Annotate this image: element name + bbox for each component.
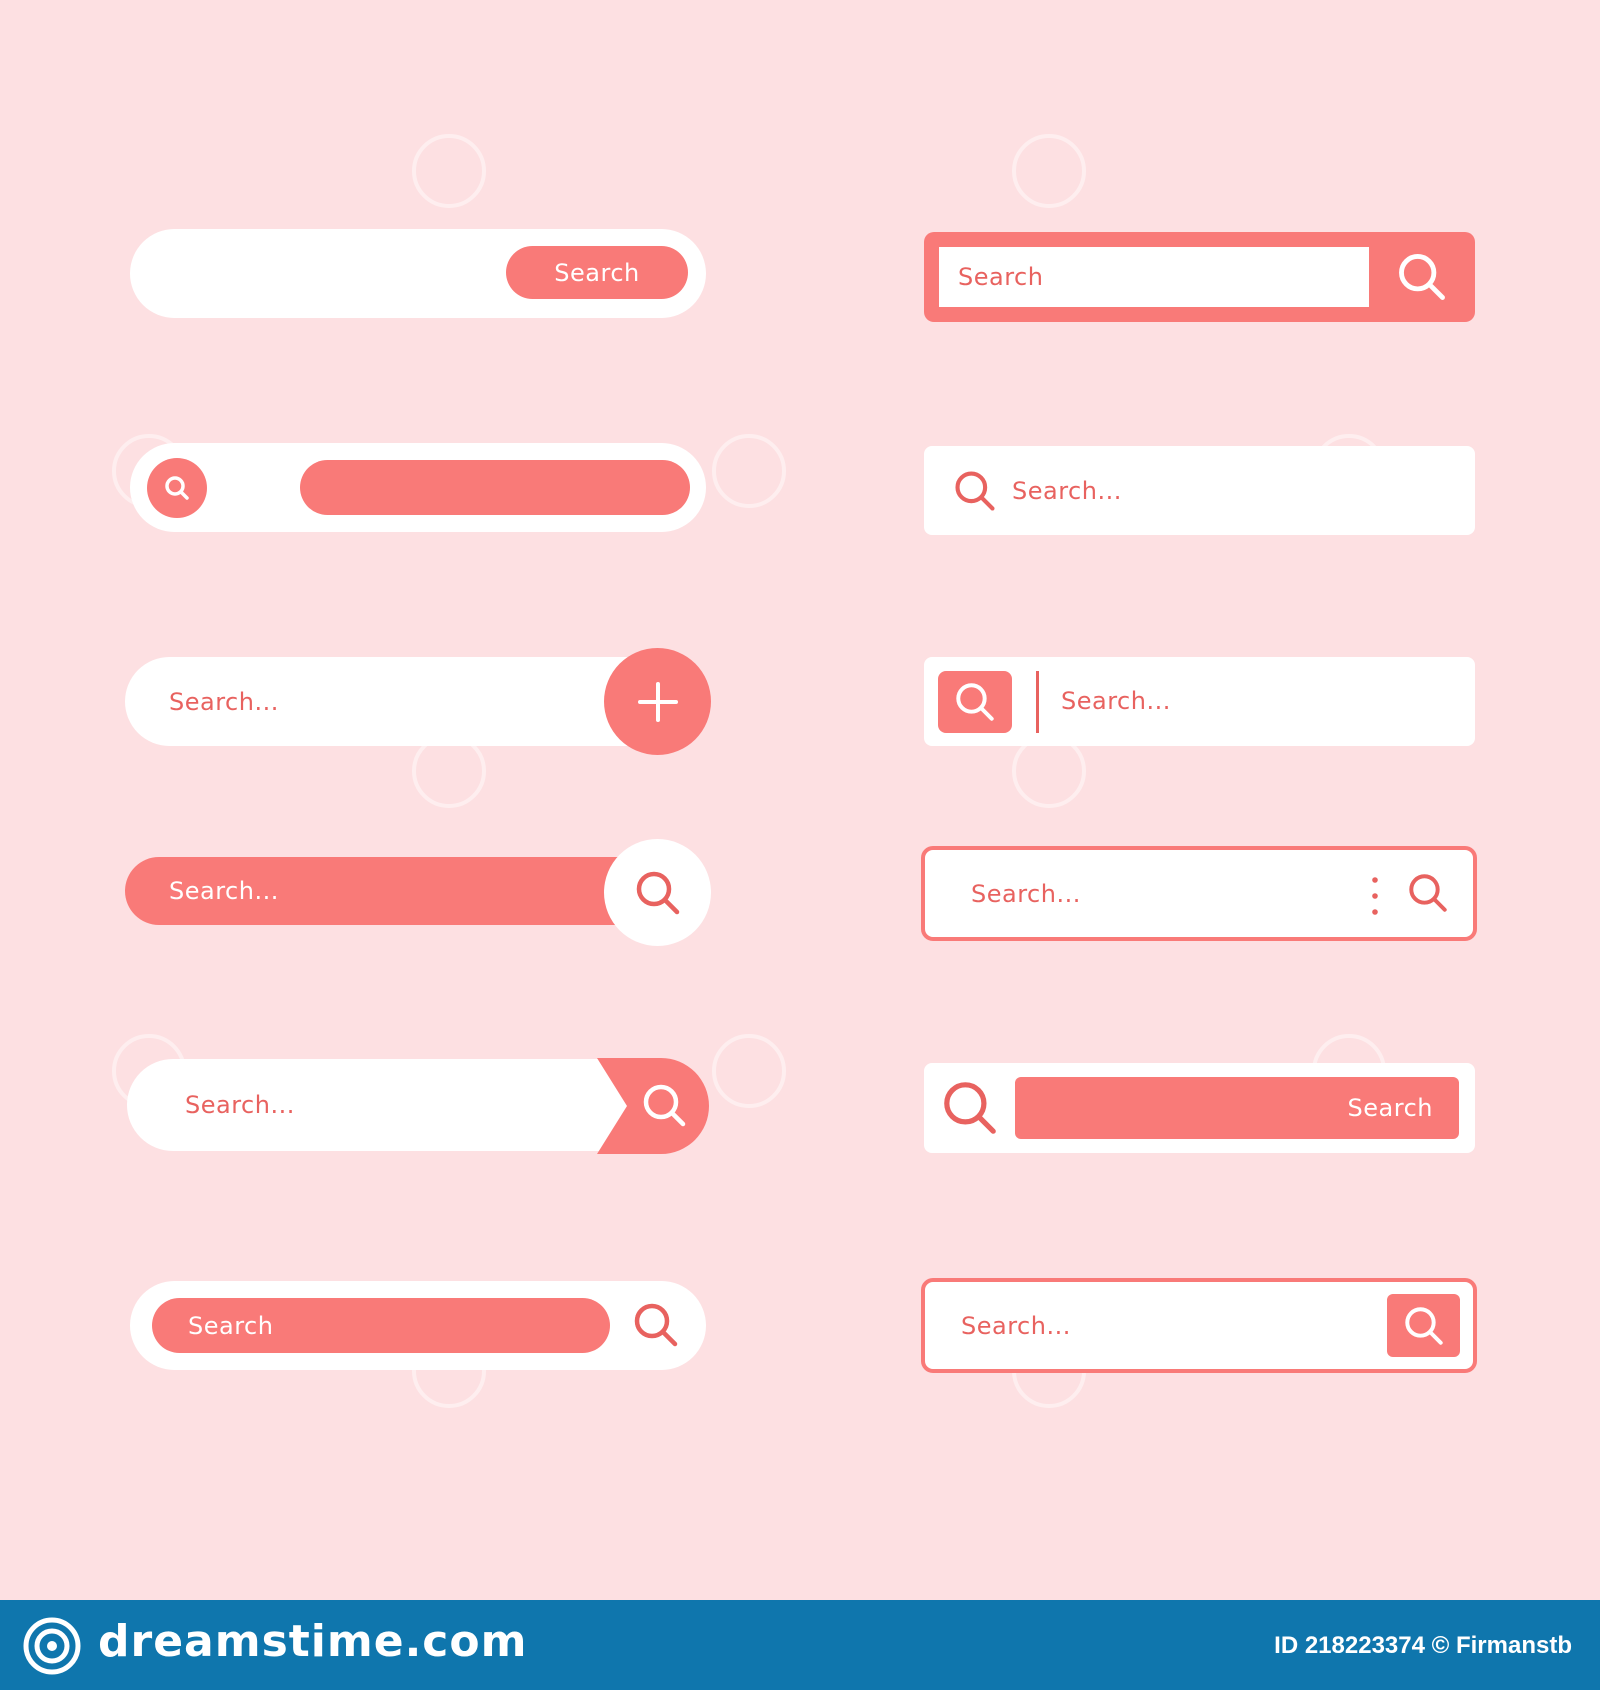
watermark-logo [412,134,486,208]
search-input[interactable] [300,460,690,515]
search-icon [1404,1306,1443,1345]
search-bar-framed[interactable]: Search [924,232,1475,322]
search-bar-pill-with-button[interactable]: Search [130,229,706,318]
search-bar-outlined-with-button[interactable]: Search... [921,1278,1477,1373]
ribbon-shape [597,1058,709,1154]
search-button-label: Search [1347,1094,1433,1122]
search-bar-pill-two-tone[interactable] [130,443,706,532]
search-icon [165,476,189,500]
watermark-logo [712,1034,786,1108]
search-button[interactable]: Search [506,246,688,299]
search-input[interactable]: Search... [169,688,279,716]
search-button[interactable]: Search [1015,1077,1459,1139]
search-input-label: Search [188,1311,274,1340]
search-button-label: Search [554,258,640,287]
search-bar-with-plus[interactable]: Search... [125,657,685,746]
plus-icon [637,681,678,722]
more-vertical-icon[interactable] [1371,876,1379,916]
search-bar-filled[interactable]: Search... [125,857,670,925]
search-button[interactable] [938,671,1012,733]
search-input[interactable]: Search... [185,1091,295,1119]
search-bar-icon-button[interactable]: Search [924,1063,1475,1153]
search-bar-plain[interactable]: Search... [924,446,1475,535]
search-button[interactable] [1403,868,1453,918]
watermark-logo [1012,134,1086,208]
search-button[interactable] [1387,1294,1460,1357]
search-icon [955,470,995,511]
search-input[interactable]: Search... [169,877,279,905]
search-bar-outlined[interactable]: Search... [921,846,1477,941]
search-button[interactable] [626,1295,686,1355]
search-input[interactable]: Search... [1061,687,1171,715]
search-icon-wrap [940,1078,1000,1138]
search-bar-pill-inner-field[interactable]: Search [130,1281,706,1370]
search-icon [1399,254,1445,300]
search-input[interactable]: Search... [1012,477,1122,505]
search-input-placeholder: Search [958,263,1044,291]
search-button[interactable] [604,839,711,946]
search-icon [636,871,679,914]
search-button[interactable] [597,1058,709,1154]
footer-bar: dreamstime.com ID 218223374 © Firmanstb [0,1600,1600,1690]
search-input[interactable]: Search [939,247,1369,307]
search-input[interactable]: Search... [971,880,1081,908]
footer-brand[interactable]: dreamstime.com [98,1616,527,1667]
watermark-logo [712,434,786,508]
divider [1036,671,1039,733]
search-icon-button[interactable] [147,458,207,518]
search-input[interactable]: Search... [961,1312,1071,1340]
search-input[interactable]: Search [152,1298,610,1353]
add-button[interactable] [604,648,711,755]
dreamstime-logo-icon [22,1616,82,1676]
search-icon [634,1303,678,1347]
search-icon [1409,874,1447,912]
search-icon [956,683,994,721]
search-button[interactable] [1380,242,1464,312]
search-icon [944,1082,996,1134]
search-bar-icon-divider[interactable]: Search... [924,657,1475,746]
footer-credit: ID 218223374 © Firmanstb [1274,1632,1572,1659]
